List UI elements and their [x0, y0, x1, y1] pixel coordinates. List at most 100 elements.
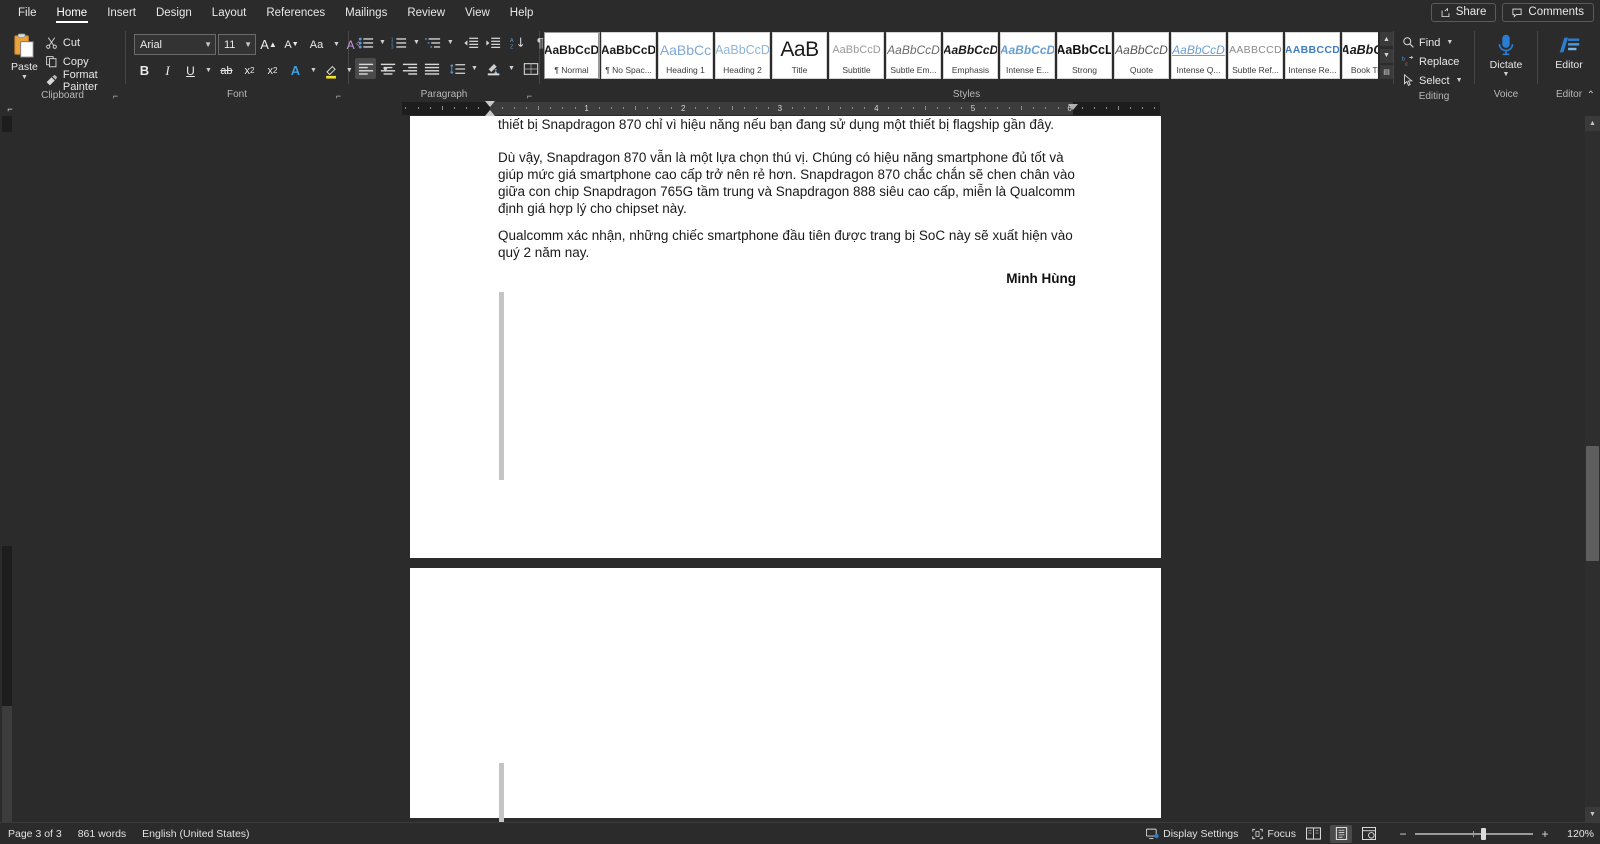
style-tile-heading-1[interactable]: AaBbCc Heading 1: [658, 32, 713, 79]
increase-indent-icon[interactable]: [483, 32, 504, 53]
zoom-in-button[interactable]: +: [1540, 827, 1550, 841]
grow-font-icon[interactable]: A ▲: [258, 34, 279, 55]
document-page-2[interactable]: [410, 568, 1161, 822]
page-indicator[interactable]: Page 3 of 3: [8, 828, 62, 840]
sort-icon[interactable]: AZ: [508, 32, 529, 53]
chevron-down-icon[interactable]: ▼: [1446, 39, 1453, 46]
copy-button[interactable]: Copy: [45, 53, 121, 70]
style-tile-intense-e[interactable]: AaBbCcD Intense E...: [1000, 32, 1055, 79]
line-spacing-icon[interactable]: [447, 58, 468, 79]
find-button[interactable]: Find ▼: [1402, 33, 1463, 52]
style-tile-no-spac[interactable]: AaBbCcD ¶ No Spac...: [601, 32, 656, 79]
clipboard-dialog-launcher[interactable]: ⌐: [110, 90, 121, 102]
print-layout-button[interactable]: [1330, 824, 1352, 843]
styles-gallery-scroll[interactable]: ▲ ▼ ▤: [1380, 32, 1393, 79]
styles-gallery[interactable]: AaBbCcD ¶ Normal AaBbCcD ¶ No Spac... AaBbCc…: [544, 32, 1378, 79]
chevron-down-icon[interactable]: ▼: [469, 58, 480, 79]
style-tile-intense-q[interactable]: AaBbCcD Intense Q...: [1171, 32, 1226, 79]
multilevel-list-icon[interactable]: [423, 32, 444, 53]
style-tile-book-title[interactable]: AaBbCcD Book Title: [1342, 32, 1378, 79]
display-settings-button[interactable]: Display Settings: [1146, 828, 1238, 840]
styles-more-icon[interactable]: ▤: [1380, 65, 1393, 79]
word-count[interactable]: 861 words: [78, 828, 126, 840]
scroll-down-icon[interactable]: ▼: [1585, 807, 1600, 822]
align-left-icon[interactable]: [355, 58, 376, 79]
signature-text[interactable]: Minh Hùng: [498, 271, 1076, 286]
vertical-scrollbar[interactable]: ▲ ▼: [1585, 116, 1600, 822]
style-tile-subtle-em[interactable]: AaBbCcD Subtle Em...: [886, 32, 941, 79]
language-indicator[interactable]: English (United States): [142, 828, 249, 840]
web-layout-button[interactable]: [1358, 825, 1380, 843]
align-center-icon[interactable]: [377, 58, 398, 79]
document-page-1[interactable]: thiết bị Snapdragon 870 chỉ vì hiệu năng…: [410, 116, 1161, 558]
inline-object-placeholder[interactable]: [499, 763, 504, 822]
bold-icon[interactable]: B: [134, 60, 155, 81]
replace-button[interactable]: bc Replace: [1402, 52, 1463, 71]
style-tile-strong[interactable]: AaBbCcL Strong: [1057, 32, 1112, 79]
chevron-down-icon[interactable]: ▼: [445, 32, 456, 53]
first-line-indent-marker[interactable]: [485, 101, 495, 107]
tab-home[interactable]: Home: [47, 3, 98, 24]
font-size-combo[interactable]: 11 ▼: [218, 34, 256, 55]
left-tab-stop-icon[interactable]: ⌐: [0, 102, 20, 116]
select-button[interactable]: Select ▼: [1402, 71, 1463, 90]
document-workspace[interactable]: thiết bị Snapdragon 870 chỉ vì hiệu năng…: [0, 116, 1600, 822]
style-tile-normal[interactable]: AaBbCcD ¶ Normal: [544, 32, 600, 79]
borders-icon[interactable]: [521, 58, 542, 79]
tab-help[interactable]: Help: [500, 3, 544, 24]
share-button[interactable]: Share: [1430, 3, 1497, 22]
tab-mailings[interactable]: Mailings: [335, 3, 397, 24]
paragraph-dialog-launcher[interactable]: ⌐: [524, 90, 535, 102]
font-name-combo[interactable]: Arial ▼: [134, 34, 216, 55]
underline-icon[interactable]: U: [180, 60, 201, 81]
read-mode-button[interactable]: [1302, 825, 1324, 843]
scrollbar-thumb[interactable]: [1586, 446, 1599, 561]
strikethrough-icon[interactable]: ab: [216, 60, 237, 81]
chevron-down-icon[interactable]: ▼: [21, 74, 28, 81]
dictate-button[interactable]: Dictate ▼: [1490, 32, 1522, 79]
italic-icon[interactable]: I: [157, 60, 178, 81]
zoom-slider[interactable]: [1415, 827, 1533, 840]
tab-layout[interactable]: Layout: [202, 3, 257, 24]
tab-insert[interactable]: Insert: [97, 3, 146, 24]
cut-button[interactable]: Cut: [45, 34, 121, 51]
tab-review[interactable]: Review: [397, 3, 455, 24]
zoom-slider-thumb[interactable]: [1481, 827, 1486, 840]
scroll-up-icon[interactable]: ▲: [1585, 116, 1600, 131]
format-painter-button[interactable]: Format Painter: [45, 69, 121, 93]
vertical-ruler[interactable]: [2, 116, 14, 822]
styles-scroll-down-icon[interactable]: ▼: [1380, 48, 1393, 63]
chevron-down-icon[interactable]: ▼: [1456, 77, 1463, 84]
collapse-ribbon-icon[interactable]: ⌃: [1587, 90, 1595, 101]
zoom-level[interactable]: 120%: [1560, 828, 1594, 840]
tab-file[interactable]: File: [8, 3, 47, 24]
shrink-font-icon[interactable]: A ▼: [281, 34, 302, 55]
paragraph[interactable]: Dù vậy, Snapdragon 870 vẫn là một lựa ch…: [498, 149, 1076, 217]
editor-button[interactable]: Editor: [1555, 32, 1583, 71]
paragraph[interactable]: thiết bị Snapdragon 870 chỉ vì hiệu năng…: [498, 116, 1076, 133]
style-tile-emphasis[interactable]: AaBbCcD Emphasis: [943, 32, 998, 79]
style-tile-subtle-ref[interactable]: AABBCCD Subtle Ref...: [1228, 32, 1283, 79]
zoom-out-button[interactable]: −: [1398, 827, 1408, 841]
chevron-down-icon[interactable]: ▼: [308, 60, 319, 81]
superscript-icon[interactable]: x2: [262, 60, 283, 81]
style-tile-heading-2[interactable]: AaBbCcD Heading 2: [715, 32, 770, 79]
tab-references[interactable]: References: [256, 3, 335, 24]
paragraph[interactable]: Qualcomm xác nhận, những chiếc smartphon…: [498, 227, 1076, 261]
decrease-indent-icon[interactable]: [461, 32, 482, 53]
align-right-icon[interactable]: [399, 58, 420, 79]
tab-view[interactable]: View: [455, 3, 500, 24]
bullets-icon[interactable]: [355, 32, 376, 53]
shading-icon[interactable]: [484, 58, 505, 79]
text-effects-icon[interactable]: A: [285, 60, 306, 81]
tab-design[interactable]: Design: [146, 3, 202, 24]
style-tile-subtitle[interactable]: AaBbCcD Subtitle: [829, 32, 884, 79]
comments-button[interactable]: Comments: [1502, 3, 1594, 22]
text-highlight-icon[interactable]: [321, 60, 342, 81]
focus-button[interactable]: Focus: [1252, 828, 1296, 840]
chevron-down-icon[interactable]: ▼: [203, 60, 214, 81]
inline-object-placeholder[interactable]: [499, 292, 504, 480]
justify-icon[interactable]: [421, 58, 442, 79]
chevron-down-icon[interactable]: ▼: [1503, 71, 1510, 79]
subscript-icon[interactable]: x2: [239, 60, 260, 81]
